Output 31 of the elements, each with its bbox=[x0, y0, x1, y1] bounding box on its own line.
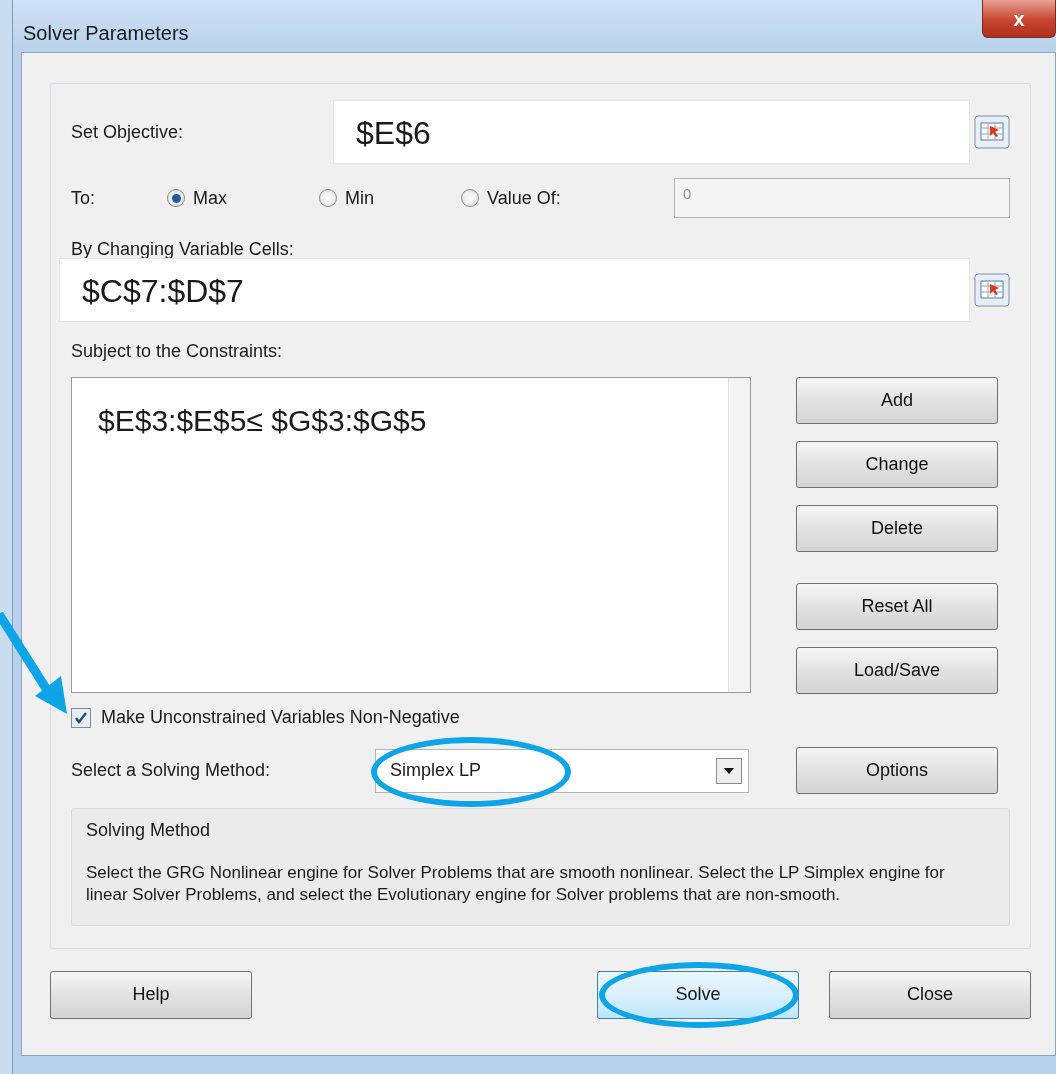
constraint-action-button[interactable]: Delete bbox=[796, 505, 998, 552]
solving-method-label: Select a Solving Method: bbox=[71, 760, 271, 780]
objective-field[interactable]: $E$6 bbox=[333, 100, 970, 164]
scroll-bar[interactable] bbox=[728, 378, 750, 692]
variable-cells-field[interactable]: $C$7:$D$7 bbox=[59, 258, 970, 322]
options-button[interactable]: Options bbox=[796, 747, 998, 794]
objective-label: Set Objective: bbox=[71, 121, 184, 142]
group-title: Solving Method bbox=[86, 819, 212, 842]
window-title: Solver Parameters bbox=[23, 21, 189, 46]
window-close-button[interactable]: x bbox=[982, 0, 1056, 38]
checkbox-label: Make Unconstrained Variables Non-Negative bbox=[101, 706, 460, 729]
solving-method-dropdown[interactable]: Simplex LP bbox=[375, 748, 749, 793]
variable-cells-label: By Changing Variable Cells: bbox=[71, 239, 294, 259]
radio-option[interactable]: Value Of: bbox=[461, 184, 635, 212]
constraint-item[interactable]: $E$3:$E$5≤ $G$3:$G$5 bbox=[98, 398, 427, 443]
dialog-button[interactable]: Solve bbox=[597, 970, 799, 1019]
constraints-label: Subject to the Constraints: bbox=[71, 341, 283, 361]
dialog-button[interactable]: Close bbox=[829, 970, 1031, 1019]
constraints-list[interactable]: $E$3:$E$5≤ $G$3:$G$5 bbox=[71, 377, 751, 693]
constraint-action-button[interactable]: Change bbox=[796, 441, 998, 488]
to-label: To: bbox=[71, 187, 95, 208]
method-description: Select the GRG Nonlinear engine for Solver Problems that are smooth nonlinear. Select the LP Simplex engine for linear Solver Problems, and select the Evolutionary engine for Solver problems that are non-smooth. bbox=[86, 862, 946, 907]
reset-all-button[interactable]: Reset All bbox=[796, 583, 998, 630]
constraint-action-button[interactable]: Add bbox=[796, 377, 998, 424]
checkbox[interactable] bbox=[71, 707, 91, 728]
range-select-icon[interactable] bbox=[974, 273, 1010, 307]
range-select-icon[interactable] bbox=[974, 115, 1010, 149]
radio-option[interactable]: Max bbox=[167, 184, 319, 212]
radio-option[interactable]: Min bbox=[319, 184, 461, 212]
load-save-button[interactable]: Load/Save bbox=[796, 647, 998, 694]
dialog-button[interactable]: Help bbox=[50, 970, 252, 1019]
